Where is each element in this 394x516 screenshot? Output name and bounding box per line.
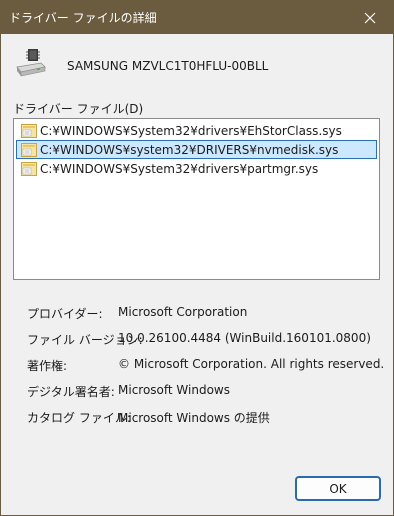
- driver-file-details-dialog: ドライバー ファイルの詳細 SAMSUNG MZVLC1T0HFLU-00BLL…: [0, 0, 394, 516]
- file-version-value: 10.0.26100.4484 (WinBuild.160101.0800): [118, 331, 371, 345]
- window-title: ドライバー ファイルの詳細: [9, 11, 157, 25]
- title-bar: ドライバー ファイルの詳細: [1, 1, 393, 34]
- file-details: プロバイダー: Microsoft Corporation ファイル バージョン…: [27, 305, 387, 435]
- list-item-label: C:¥WINDOWS¥System32¥drivers¥EhStorClass.…: [40, 123, 342, 138]
- device-header: SAMSUNG MZVLC1T0HFLU-00BLL: [15, 47, 383, 81]
- copyright-row: 著作権: © Microsoft Corporation. All rights…: [27, 357, 387, 383]
- close-button[interactable]: [347, 1, 393, 34]
- digital-signer-label: デジタル署名者:: [27, 385, 115, 399]
- provider-value: Microsoft Corporation: [118, 305, 248, 319]
- device-name: SAMSUNG MZVLC1T0HFLU-00BLL: [67, 59, 269, 73]
- provider-label: プロバイダー:: [27, 307, 103, 321]
- driver-files-list[interactable]: C:¥WINDOWS¥System32¥drivers¥EhStorClass.…: [13, 118, 380, 280]
- ok-button[interactable]: OK: [295, 476, 381, 501]
- provider-row: プロバイダー: Microsoft Corporation: [27, 305, 387, 331]
- list-item[interactable]: C:¥WINDOWS¥system32¥DRIVERS¥nvmedisk.sys: [16, 140, 377, 159]
- list-item-label: C:¥WINDOWS¥System32¥drivers¥partmgr.sys: [40, 161, 319, 176]
- digital-signer-row: デジタル署名者: Microsoft Windows: [27, 383, 387, 409]
- list-item[interactable]: C:¥WINDOWS¥System32¥drivers¥partmgr.sys: [16, 159, 377, 178]
- file-icon: [21, 161, 37, 176]
- catalog-file-row: カタログ ファイル: Microsoft Windows の提供: [27, 409, 387, 435]
- driver-files-label: ドライバー ファイル(D): [13, 102, 144, 116]
- file-icon: [21, 123, 37, 138]
- file-version-row: ファイル バージョン: 10.0.26100.4484 (WinBuild.16…: [27, 331, 387, 357]
- close-icon: [364, 12, 376, 23]
- copyright-value: © Microsoft Corporation. All rights rese…: [118, 357, 385, 371]
- catalog-file-label: カタログ ファイル:: [27, 411, 131, 425]
- list-item-label: C:¥WINDOWS¥system32¥DRIVERS¥nvmedisk.sys: [40, 142, 339, 157]
- copyright-label: 著作権:: [27, 359, 68, 373]
- digital-signer-value: Microsoft Windows: [118, 383, 230, 397]
- catalog-file-value: Microsoft Windows の提供: [118, 411, 270, 425]
- drive-icon: [15, 47, 47, 79]
- file-icon: [21, 142, 37, 157]
- list-item[interactable]: C:¥WINDOWS¥System32¥drivers¥EhStorClass.…: [16, 121, 377, 140]
